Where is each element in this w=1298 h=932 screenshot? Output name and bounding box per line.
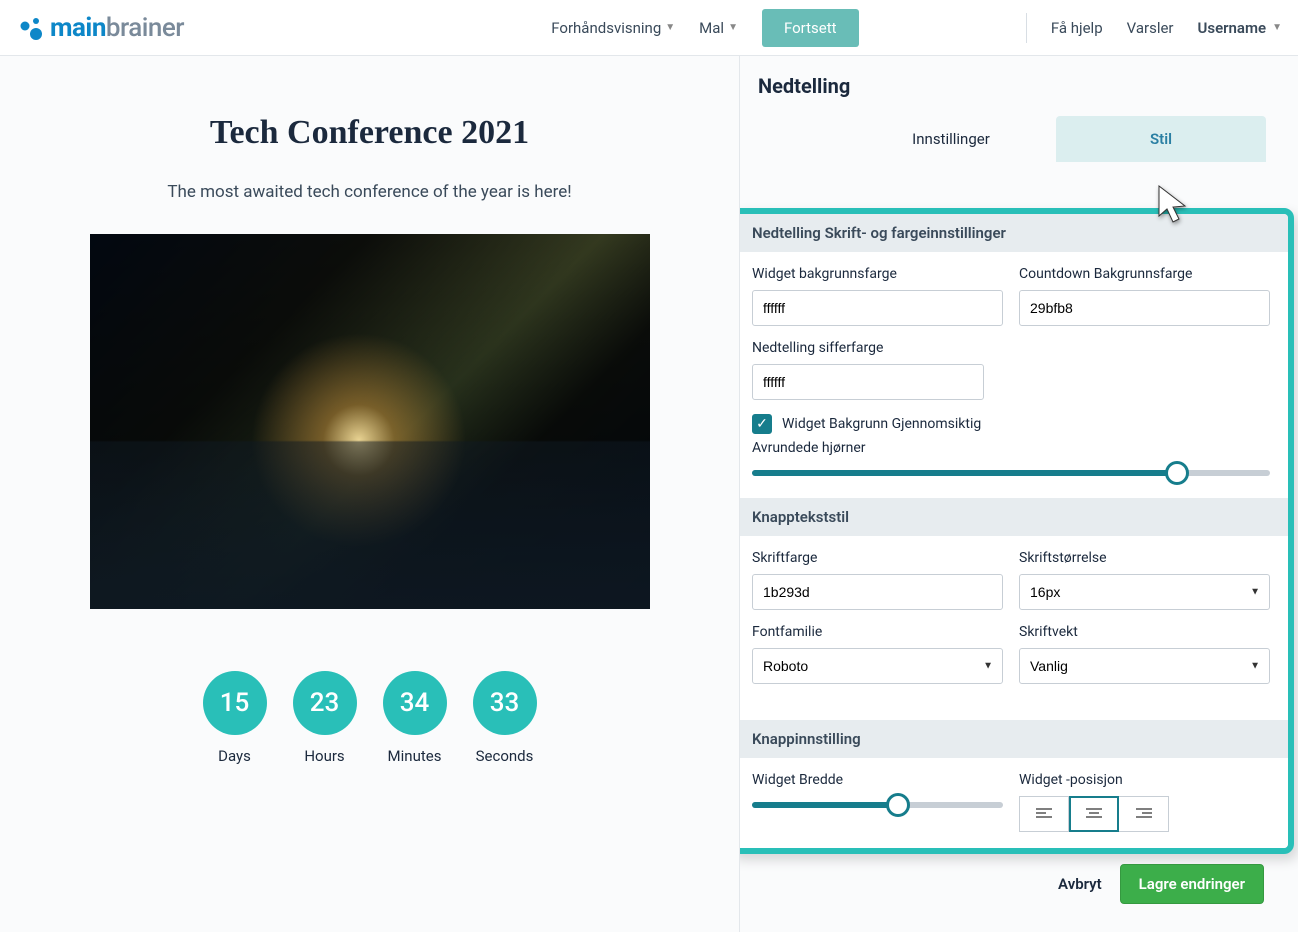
save-button[interactable]: Lagre endringer — [1120, 864, 1264, 904]
countdown-item-seconds: 33 Seconds — [473, 671, 537, 765]
chevron-down-icon: ▼ — [665, 22, 675, 33]
nav-alerts[interactable]: Varsler — [1127, 19, 1174, 37]
label-transparent-bg: Widget Bakgrunn Gjennomsiktig — [782, 416, 981, 432]
countdown-item-minutes: 34 Minutes — [383, 671, 447, 765]
slider-thumb[interactable] — [1165, 461, 1189, 485]
label-digit-color: Nedtelling sifferfarge — [752, 340, 984, 356]
chevron-down-icon: ▼ — [728, 22, 738, 33]
nav-preview-dropdown[interactable]: Forhåndsvisning▼ — [551, 19, 675, 37]
cancel-button[interactable]: Avbryt — [1058, 875, 1102, 893]
section-header-colors: Nedtelling Skrift- og fargeinnstillinger — [740, 214, 1288, 252]
position-group — [1019, 796, 1270, 832]
label-font-color: Skriftfarge — [752, 550, 1003, 566]
label-widget-width: Widget Bredde — [752, 772, 1003, 788]
label-widget-bg: Widget bakgrunnsfarge — [752, 266, 1003, 282]
align-right-button[interactable] — [1119, 796, 1169, 832]
slider-widget-width[interactable] — [752, 802, 1003, 808]
label-font-size: Skriftstørrelse — [1019, 550, 1270, 566]
countdown-value: 23 — [293, 671, 357, 735]
countdown-label: Hours — [293, 747, 357, 765]
label-rounded-corners: Avrundede hjørner — [752, 440, 1270, 456]
slider-thumb[interactable] — [886, 793, 910, 817]
input-digit-color[interactable] — [752, 364, 984, 400]
section-header-button: Knappinnstilling — [740, 720, 1288, 758]
align-center-button[interactable] — [1069, 796, 1119, 832]
input-countdown-bg[interactable] — [1019, 290, 1270, 326]
hero-image — [90, 234, 650, 609]
label-font-weight: Skriftvekt — [1019, 624, 1270, 640]
panel-heading: Nedtelling — [758, 74, 1278, 98]
countdown-item-days: 15 Days — [203, 671, 267, 765]
logo-text: mainbrainer — [50, 13, 184, 43]
page-title: Tech Conference 2021 — [50, 114, 689, 152]
countdown-item-hours: 23 Hours — [293, 671, 357, 765]
tab-style[interactable]: Stil — [1056, 116, 1266, 162]
label-countdown-bg: Countdown Bakgrunnsfarge — [1019, 266, 1270, 282]
checkbox-transparent-bg[interactable] — [752, 414, 772, 434]
page-subtitle: The most awaited tech conference of the … — [50, 182, 689, 202]
select-font-weight[interactable] — [1019, 648, 1270, 684]
label-font-family: Fontfamilie — [752, 624, 1003, 640]
divider — [1026, 13, 1027, 43]
align-right-icon — [1136, 808, 1152, 820]
align-left-icon — [1036, 808, 1052, 820]
label-top-bottom-gap: Topp Nederste Gap — [782, 852, 902, 854]
countdown-value: 33 — [473, 671, 537, 735]
main-layout: Tech Conference 2021 The most awaited te… — [0, 56, 1298, 932]
input-font-color[interactable] — [752, 574, 1003, 610]
checkbox-top-bottom-gap[interactable] — [752, 850, 772, 854]
style-settings-box: Nedtelling Skrift- og fargeinnstillinger… — [740, 208, 1294, 854]
nav-user-dropdown[interactable]: Username▼ — [1198, 19, 1282, 37]
align-center-icon — [1086, 808, 1102, 820]
section-header-textstyle: Knapptekststil — [740, 498, 1288, 536]
logo[interactable]: mainbrainer — [16, 13, 184, 43]
label-widget-position: Widget -posisjon — [1019, 772, 1270, 788]
footer-buttons: Avbryt Lagre endringer — [1058, 864, 1264, 904]
settings-panel: Nedtelling Innstillinger Stil Nedtelling… — [740, 56, 1298, 932]
select-font-family[interactable] — [752, 648, 1003, 684]
select-font-size[interactable] — [1019, 574, 1270, 610]
cursor-icon — [1155, 184, 1195, 228]
nav-center: Forhåndsvisning▼ Mal▼ Fortsett — [551, 9, 858, 47]
nav-help[interactable]: Få hjelp — [1051, 19, 1103, 37]
countdown-label: Minutes — [383, 747, 447, 765]
continue-button[interactable]: Fortsett — [762, 9, 859, 47]
preview-column: Tech Conference 2021 The most awaited te… — [0, 56, 740, 932]
chevron-down-icon: ▼ — [1272, 22, 1282, 33]
countdown-label: Seconds — [473, 747, 537, 765]
countdown-label: Days — [203, 747, 267, 765]
tab-row: Innstillinger Stil — [846, 116, 1266, 162]
nav-right: Få hjelp Varsler Username▼ — [1026, 13, 1282, 43]
slider-rounded-corners[interactable] — [752, 470, 1270, 476]
countdown-widget: 15 Days 23 Hours 34 Minutes 33 Seconds — [50, 671, 689, 765]
input-widget-bg[interactable] — [752, 290, 1003, 326]
countdown-value: 15 — [203, 671, 267, 735]
countdown-value: 34 — [383, 671, 447, 735]
align-left-button[interactable] — [1019, 796, 1069, 832]
nav-template-dropdown[interactable]: Mal▼ — [699, 19, 738, 37]
logo-icon — [16, 14, 44, 42]
tab-settings[interactable]: Innstillinger — [846, 116, 1056, 162]
top-nav: mainbrainer Forhåndsvisning▼ Mal▼ Fortse… — [0, 0, 1298, 56]
